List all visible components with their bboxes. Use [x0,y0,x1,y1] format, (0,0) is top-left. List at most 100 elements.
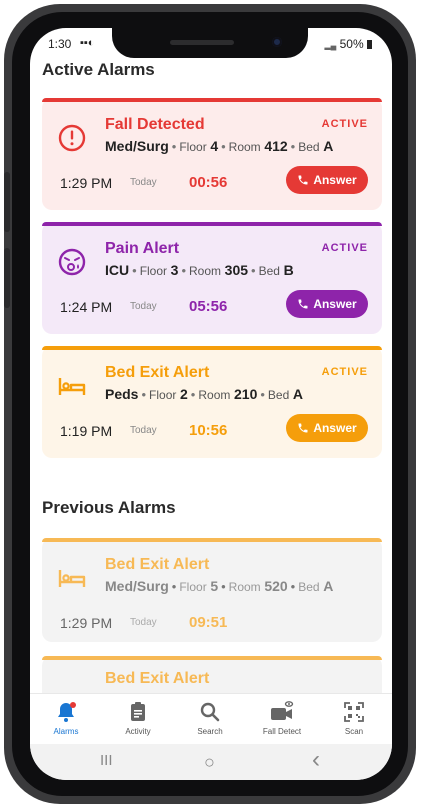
tab-search[interactable]: Search [174,700,246,736]
volume-down-button [4,248,10,308]
answer-button[interactable]: Answer [286,414,368,442]
floor-label: Floor [179,580,207,594]
notch [112,28,308,58]
tab-label: Search [197,727,223,736]
card-accent-bar [42,346,382,350]
floor-value: 4 [210,138,219,154]
alert-circle-icon [58,124,86,152]
alarm-card-pain-alert[interactable]: Pain Alert ACTIVE ICU • Floor 3 • Room 305 • B… [42,222,382,334]
tab-label: Activity [125,727,151,736]
front-camera [272,37,282,47]
answer-label: Answer [313,421,357,435]
alarm-title: Bed Exit Alert [105,556,210,573]
status-badge: ACTIVE [321,366,368,378]
floor-label: Floor [139,264,168,278]
battery-text: 50% [339,37,364,51]
volume-up-button [4,172,10,232]
alarm-title: Bed Exit Alert [105,670,210,687]
alarm-day: Today [130,301,157,312]
back-button[interactable]: ‹ [312,746,320,774]
room-value: 520 [264,578,288,594]
answer-label: Answer [313,173,357,187]
camera-icon [271,701,294,720]
room-value: 412 [264,138,288,154]
bottom-tab-bar: Alarms Activity Search Fall Detect Scan [30,693,392,744]
floor-label: Floor [149,388,177,402]
answer-button[interactable]: Answer [286,166,368,194]
status-badge: ACTIVE [321,118,368,130]
unit-name: Med/Surg [105,578,169,594]
alarm-title: Pain Alert [105,240,180,257]
phone-icon [298,423,308,433]
battery-level: ▂▄ 50% [324,37,372,51]
bell-icon [58,702,76,722]
search-icon [200,702,220,722]
bed-value: B [283,262,294,278]
bed-label: Bed [298,580,320,594]
alarm-time: 1:24 PM [60,299,113,315]
tab-label: Scan [344,727,364,736]
pain-face-icon [58,248,86,276]
home-button[interactable]: ○ [204,752,215,773]
alarm-time: 1:29 PM [60,615,113,631]
alarm-day: Today [130,425,157,436]
bed-icon [58,570,86,587]
status-time: 1:30 [48,37,72,51]
alarm-title: Fall Detected [105,116,205,133]
alarm-time: 1:29 PM [60,175,113,191]
bed-label: Bed [258,264,280,278]
unit-name: Med/Surg [105,138,169,154]
alarm-time: 1:19 PM [60,423,113,439]
unit-name: ICU [105,262,130,278]
alarm-location: Peds • Floor 2 • Room 210 • Bed A [105,386,304,402]
previous-alarm-card[interactable]: Bed Exit Alert Med/Surg • Floor 5 • Room 520… [42,538,382,642]
room-label: Room [189,264,222,278]
room-value: 210 [234,386,258,402]
phone-icon [298,299,308,309]
answer-label: Answer [313,297,357,311]
bed-value: A [323,578,334,594]
tab-scan[interactable]: Scan [318,700,390,736]
phone-icon [298,175,308,185]
alarm-day: Today [130,177,157,188]
card-accent-bar [42,222,382,226]
answer-button[interactable]: Answer [286,290,368,318]
tab-label: Fall Detect [262,727,302,736]
tab-label: Alarms [53,727,79,736]
alarm-location: Med/Surg • Floor 4 • Room 412 • Bed A [105,138,334,154]
floor-value: 2 [180,386,188,402]
earpiece-speaker [170,40,234,45]
battery-icon [367,40,372,49]
qr-code-icon [344,702,364,722]
elapsed-timer: 05:56 [189,298,228,315]
room-value: 305 [224,262,249,278]
bed-value: A [323,138,334,154]
previous-alarms-title: Previous Alarms [42,498,176,517]
screen: 1:30 ▪▪◐ ▂▄ 50% Active Alarms Fall Detec… [30,28,392,780]
elapsed-timer: 00:56 [189,174,228,191]
alarm-location: Med/Surg • Floor 5 • Room 520 • Bed A [105,578,334,594]
bed-value: A [292,386,304,402]
alarm-title: Bed Exit Alert [105,364,210,381]
card-accent-bar [42,98,382,102]
tab-alarms[interactable]: Alarms [30,700,102,736]
floor-value: 3 [170,262,179,278]
elapsed-timer: 09:51 [189,614,228,631]
card-accent-bar [42,656,382,660]
alarm-card-fall-detected[interactable]: Fall Detected ACTIVE Med/Surg • Floor 4 • Ro… [42,98,382,210]
card-accent-bar [42,538,382,542]
clipboard-icon [131,702,145,721]
bed-label: Bed [267,388,290,402]
system-nav-bar: III ○ ‹ [30,744,392,780]
alarm-card-bed-exit[interactable]: Bed Exit Alert ACTIVE Peds • Floor 2 • Room … [42,346,382,458]
bed-label: Bed [298,140,320,154]
room-label: Room [228,140,261,154]
tab-fall-detect[interactable]: Fall Detect [246,700,318,736]
signal-icon: ▂▄ [324,41,337,50]
recents-button[interactable]: III [100,752,113,769]
tab-activity[interactable]: Activity [102,700,174,736]
bed-icon [58,378,86,395]
alarm-day: Today [130,617,157,628]
status-icons: ▪▪◐ [80,37,95,49]
floor-value: 5 [210,578,219,594]
